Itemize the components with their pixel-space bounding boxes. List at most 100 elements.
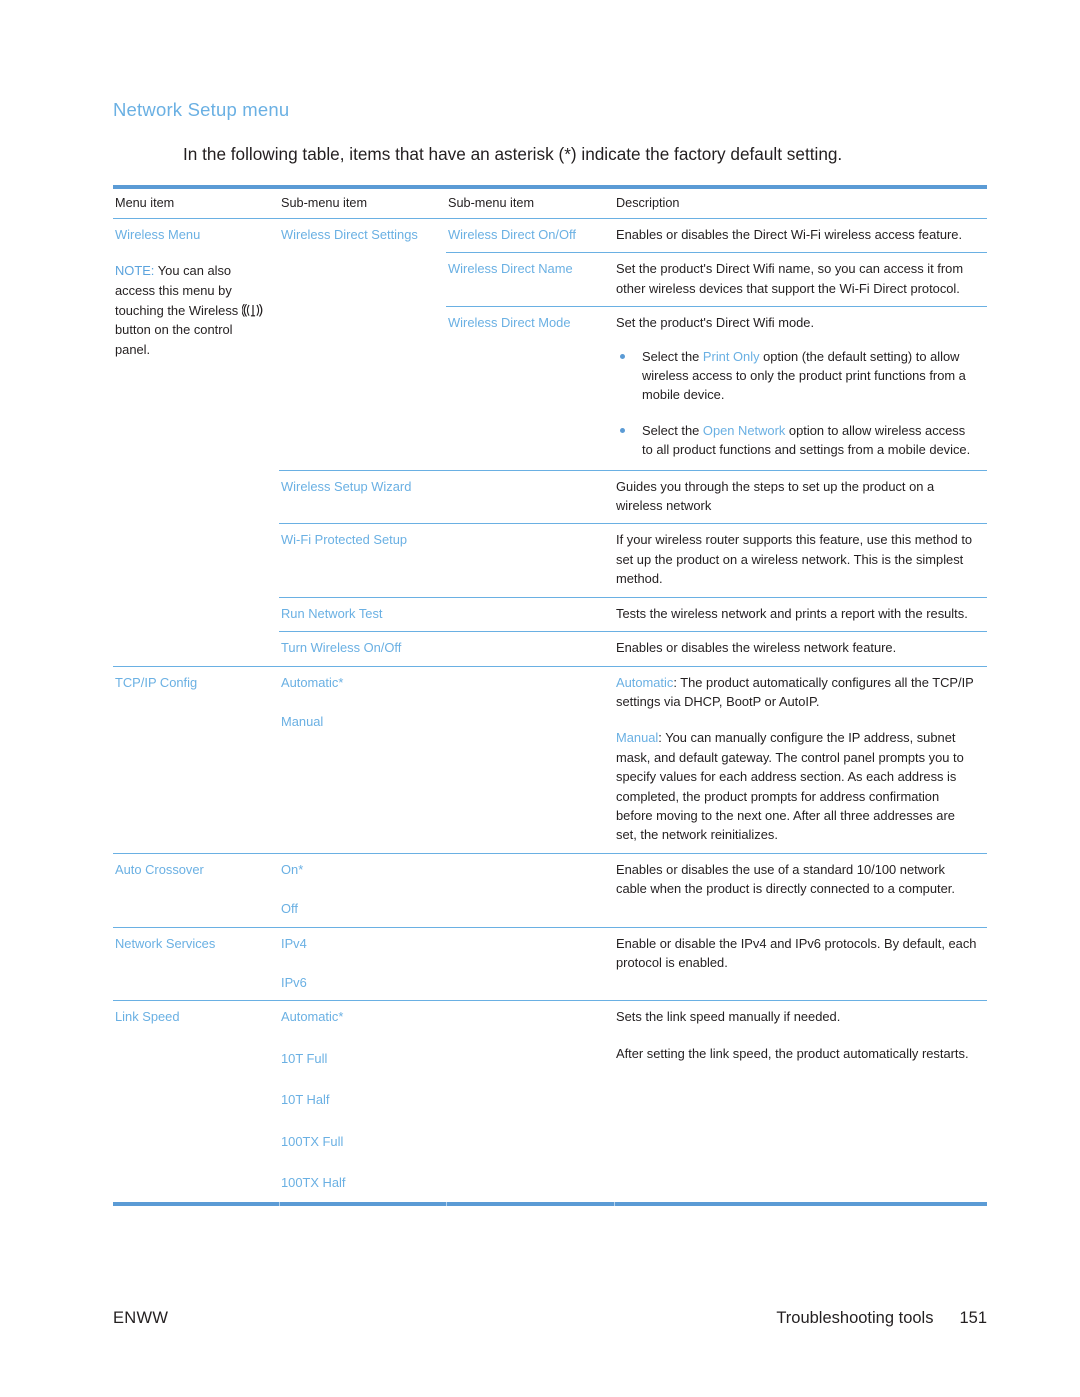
cell-description: Tests the wireless network and prints a …	[614, 596, 987, 632]
cell-description: Enables or disables the Direct Wi-Fi wir…	[616, 227, 963, 242]
sub-menu-wireless-direct-name: Wireless Direct Name	[448, 261, 573, 277]
bullet-dot-icon	[620, 427, 625, 433]
desc-link-automatic: Automatic	[616, 674, 674, 690]
note-block: NOTE: You can also access this menu by t…	[115, 261, 269, 359]
bullet-option-print-only: Print Only	[702, 348, 760, 364]
table-row: Auto Crossover On* Off Enables or disabl…	[113, 852, 987, 928]
cell-menu-item: Link Speed	[113, 1000, 279, 1201]
bullet-pre: Select the	[642, 422, 703, 438]
footer-enww: ENWW	[113, 1309, 169, 1327]
description-paragraph-2: After setting the link speed, the produc…	[616, 1045, 969, 1061]
cell-menu-item: Network Services	[113, 926, 279, 1001]
cell-menu-item	[113, 470, 279, 524]
cell-description: Set the product's Direct Wifi mode. Sele…	[614, 306, 987, 471]
table-row: Wireless Setup Wizard Guides you through…	[113, 469, 987, 524]
menu-item-link-speed: Link Speed	[115, 1009, 180, 1025]
note-text-part2: button on the control panel.	[115, 322, 233, 357]
sub-menu-100tx-full: 100TX Full	[281, 1133, 344, 1149]
footer-page-number: 151	[959, 1309, 987, 1327]
bullet-option-open-network: Open Network	[702, 422, 786, 438]
menu-item-tcpip-config: TCP/IP Config	[115, 674, 198, 690]
cell-menu-item: Auto Crossover	[113, 852, 279, 928]
sub-menu-wireless-direct-on-off: Wireless Direct On/Off	[448, 227, 576, 242]
menu-item-auto-crossover: Auto Crossover	[115, 861, 204, 877]
description-paragraph-manual: Manual: You can manually configure the I…	[616, 728, 977, 844]
intro-paragraph: In the following table, items that have …	[183, 144, 843, 164]
cell-description: Set the product's Direct Wifi name, so y…	[614, 252, 987, 307]
cell-menu-item: Wireless Menu NOTE: You can also access …	[113, 219, 279, 471]
table-row: Wi-Fi Protected Setup If your wireless r…	[113, 523, 987, 598]
cell-sub-menu-1: Wireless Direct Settings	[279, 219, 446, 471]
footer-section-title: Troubleshooting tools	[776, 1309, 934, 1327]
column-divider-mark	[279, 1202, 280, 1206]
cell-description: Enables or disables the wireless network…	[614, 631, 987, 666]
sub-menu-turn-wireless-on-off: Turn Wireless On/Off	[281, 640, 402, 656]
bullet-dot-icon	[620, 353, 625, 359]
cell-description: Sets the link speed manually if needed. …	[614, 1000, 987, 1201]
document-page: Network Setup menu In the following tabl…	[0, 0, 1080, 1397]
cell-sub-menu-1: IPv4 IPv6	[279, 926, 614, 1001]
sub-menu-automatic: Automatic*	[281, 674, 344, 690]
cell-sub-menu-2: Wireless Direct Mode	[446, 306, 614, 471]
column-divider-mark	[614, 1202, 615, 1206]
cell-sub-menu-1: On* Off	[279, 852, 614, 928]
cell-sub-menu-2: Wireless Direct On/Off	[446, 219, 614, 253]
sub-menu-100tx-half: 100TX Half	[281, 1175, 346, 1190]
description-text: Set the product's Direct Wifi mode.	[616, 315, 815, 331]
list-item: Select the Open Network option to allow …	[616, 421, 977, 460]
table-row: Turn Wireless On/Off Enables or disables…	[113, 631, 987, 666]
table-row: Network Services IPv4 IPv6 Enable or dis…	[113, 926, 987, 1001]
column-header-sub-menu-item-1: Sub-menu item	[279, 185, 446, 219]
cell-menu-item	[113, 524, 279, 597]
sub-menu-manual: Manual	[281, 713, 324, 729]
table-header-row: Menu item Sub-menu item Sub-menu item De…	[113, 185, 987, 219]
cell-description: Enables or disables the use of a standar…	[614, 852, 987, 928]
column-header-sub-menu-item-2: Sub-menu item	[446, 185, 614, 219]
cell-menu-item: TCP/IP Config	[113, 665, 279, 854]
cell-description: If your wireless router supports this fe…	[614, 523, 987, 598]
sub-menu-automatic: Automatic*	[281, 1009, 344, 1025]
cell-description: Guides you through the steps to set up t…	[614, 469, 987, 524]
cell-menu-item	[113, 597, 279, 631]
footer-right: Troubleshooting tools 151	[776, 1309, 987, 1328]
note-label: NOTE:	[115, 263, 155, 279]
table-row: Run Network Test Tests the wireless netw…	[113, 596, 987, 632]
cell-sub-menu-1: Wi-Fi Protected Setup	[279, 523, 614, 598]
sub-menu-ipv4: IPv4	[281, 935, 307, 951]
column-header-menu-item: Menu item	[113, 185, 279, 219]
sub-menu-run-network-test: Run Network Test	[281, 605, 383, 621]
cell-description: Automatic: The product automatically con…	[614, 665, 987, 854]
table-bottom-rule	[113, 1202, 987, 1206]
sub-menu-on: On*	[281, 861, 304, 877]
cell-sub-menu-1: Automatic* Manual	[279, 665, 614, 854]
cell-sub-menu-1: Turn Wireless On/Off	[279, 631, 614, 666]
sub-menu-wireless-direct-mode: Wireless Direct Mode	[448, 315, 571, 331]
table-row: Link Speed Automatic* 10T Full 10T Half …	[113, 1000, 987, 1201]
cell-description: Enable or disable the IPv4 and IPv6 prot…	[614, 926, 987, 1001]
desc-link-manual: Manual	[616, 730, 659, 746]
table-row: TCP/IP Config Automatic* Manual Automati…	[113, 665, 987, 854]
description-paragraph-automatic: Automatic: The product automatically con…	[616, 673, 977, 712]
page-title: Network Setup menu	[113, 99, 290, 120]
wireless-signal-icon	[241, 303, 264, 317]
cell-sub-menu-1: Run Network Test	[279, 596, 614, 632]
list-item: Select the Print Only option (the defaul…	[616, 347, 977, 405]
column-header-description: Description	[614, 185, 987, 219]
desc-text-manual: : You can manually configure the IP addr…	[616, 730, 964, 843]
sub-menu-ipv6: IPv6	[281, 974, 307, 990]
menu-item-wireless-menu: Wireless Menu	[115, 227, 201, 242]
menu-item-network-services: Network Services	[115, 935, 216, 951]
sub-menu-off: Off	[281, 901, 298, 917]
cell-menu-item	[113, 632, 279, 666]
sub-menu-wireless-setup-wizard: Wireless Setup Wizard	[281, 478, 412, 494]
sub-menu-wifi-protected-setup: Wi-Fi Protected Setup	[281, 532, 408, 548]
cell-sub-menu-1: Wireless Setup Wizard	[279, 469, 614, 524]
sub-menu-10t-half: 10T Half	[281, 1092, 330, 1108]
cell-sub-menu-2: Wireless Direct Name	[446, 252, 614, 307]
column-divider-mark	[446, 1202, 447, 1206]
table-row: Wireless Menu NOTE: You can also access …	[113, 219, 987, 357]
cell-sub-menu-1: Automatic* 10T Full 10T Half 100TX Full …	[279, 1000, 614, 1201]
sub-menu-wireless-direct-settings: Wireless Direct Settings	[281, 227, 418, 242]
description-bullet-list: Select the Print Only option (the defaul…	[616, 347, 977, 460]
bullet-pre: Select the	[642, 348, 703, 364]
